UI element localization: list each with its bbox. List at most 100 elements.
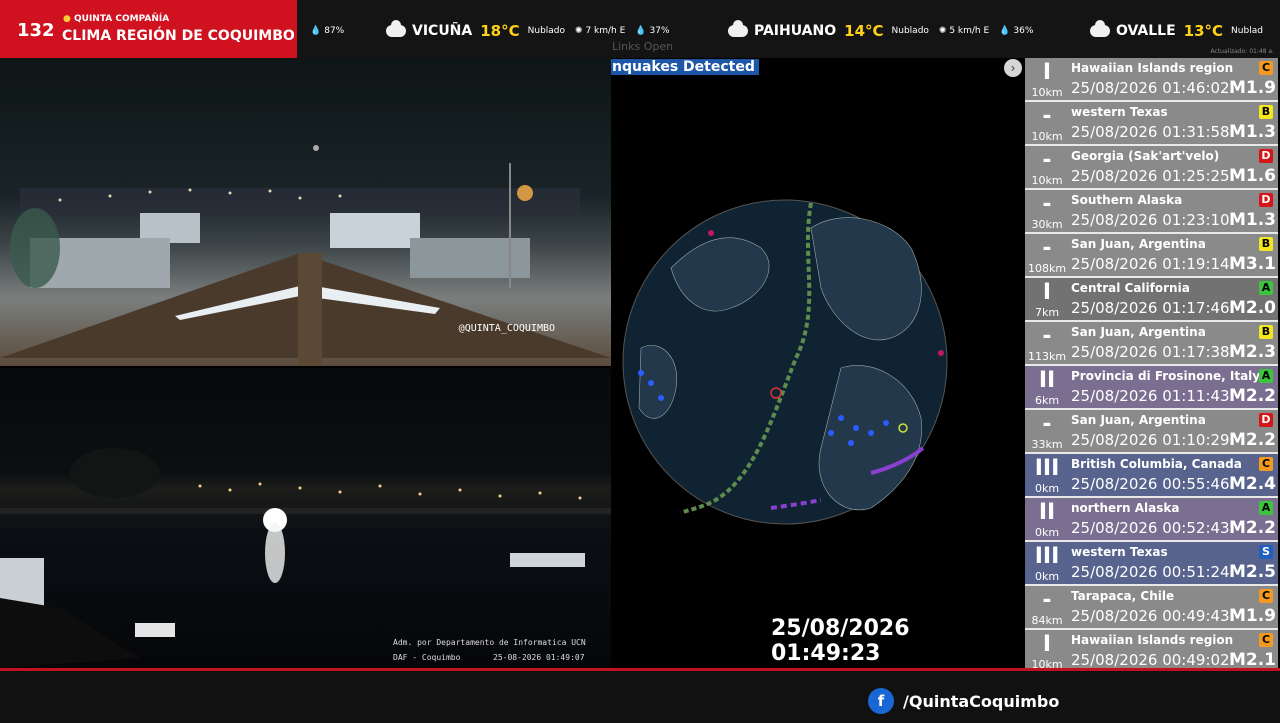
humidity-icon: 💧: [310, 26, 322, 36]
cloud-icon: [1090, 20, 1110, 37]
quake-alert-badge: D: [1259, 413, 1273, 427]
quake-row[interactable]: II 0km northern Alaska 25/08/2026 00:52:43 M…: [1025, 498, 1278, 542]
facebook-handle[interactable]: /QuintaCoquimbo: [903, 692, 1059, 711]
quake-time: 25/08/2026 01:46:02: [1071, 79, 1230, 97]
quake-magnitude: M1.9: [1228, 78, 1276, 98]
quake-alert-badge: B: [1259, 105, 1273, 119]
camera-scene-harbor: [0, 448, 611, 668]
quake-location: western Texas: [1071, 105, 1168, 119]
quake-alert-badge: A: [1259, 369, 1273, 383]
brand-title: CLIMA REGIÓN DE COQUIMBO: [62, 28, 295, 44]
city-name: OVALLE: [1116, 23, 1176, 39]
quake-depth: 30km: [1031, 218, 1063, 231]
quake-magnitude: M2.2: [1228, 386, 1276, 406]
links-open-text: Links Open: [612, 40, 674, 53]
intensity-bars: -: [1042, 104, 1052, 129]
quake-row[interactable]: -33km San Juan, Argentina 25/08/2026 01:10…: [1025, 410, 1278, 454]
quake-row[interactable]: -30km Southern Alaska 25/08/2026 01:23:10 M…: [1025, 190, 1278, 234]
facebook-icon[interactable]: f: [868, 688, 894, 714]
brand-block: 132 ● QUINTA COMPAÑÍA CLIMA REGIÓN DE CO…: [0, 0, 297, 58]
cloud-icon: [386, 20, 406, 37]
next-arrow-icon[interactable]: ›: [1004, 59, 1022, 77]
quake-time: 25/08/2026 00:49:02: [1071, 651, 1230, 669]
quake-location: western Texas: [1071, 545, 1168, 559]
quake-alert-badge: C: [1259, 61, 1273, 75]
temperature: 14°C: [844, 22, 884, 40]
earthquakes-detected-label: nquakes Detected: [611, 59, 759, 75]
intensity-bars: -: [1042, 324, 1052, 349]
camera-caption-line1: Adm. por Departamento de Informatica UCN: [393, 638, 586, 647]
quake-time: 25/08/2026 01:10:29: [1071, 431, 1230, 449]
humidity-icon: 💧: [999, 26, 1011, 36]
quake-alert-badge: S: [1259, 545, 1273, 559]
quake-depth: 6km: [1034, 394, 1060, 407]
quake-magnitude: M2.0: [1228, 298, 1276, 318]
quake-depth: 10km: [1031, 130, 1063, 143]
camera-caption-line2-left: DAF - Coquimbo: [393, 653, 461, 662]
quake-alert-badge: B: [1259, 325, 1273, 339]
earthquake-list: I 10km Hawaiian Islands region 25/08/2026 0…: [1025, 58, 1280, 674]
camera-caption-line2-right: 25-08-2026 01:49:07: [493, 653, 585, 662]
intensity-bars: III: [1034, 456, 1060, 481]
quake-alert-badge: C: [1259, 457, 1273, 471]
quake-depth: 7km: [1034, 306, 1060, 319]
humidity: 36%: [1013, 26, 1034, 36]
quake-magnitude: M1.9: [1228, 606, 1276, 626]
footer-bar: f /QuintaCoquimbo: [0, 668, 1280, 723]
quake-time: 25/08/2026 01:17:38: [1071, 343, 1230, 361]
quake-row[interactable]: I 10km Hawaiian Islands region 25/08/2026 0…: [1025, 58, 1278, 102]
quake-location: Tarapaca, Chile: [1071, 589, 1175, 603]
quake-magnitude: M1.3: [1228, 122, 1276, 142]
quake-row[interactable]: III 0km western Texas 25/08/2026 00:51:24 M2…: [1025, 542, 1278, 586]
quake-alert-badge: D: [1259, 149, 1273, 163]
quake-time: 25/08/2026 01:19:14: [1071, 255, 1230, 273]
quake-location: Southern Alaska: [1071, 193, 1183, 207]
intensity-bars: II: [1038, 368, 1056, 393]
quake-time: 25/08/2026 00:51:24: [1071, 563, 1230, 581]
wind-icon: ✺: [938, 26, 950, 36]
brand-subtitle-text: QUINTA COMPAÑÍA: [74, 14, 170, 24]
intensity-bars: III: [1034, 544, 1060, 569]
quake-depth: 84km: [1031, 614, 1063, 627]
quake-magnitude: M2.1: [1228, 650, 1276, 670]
weather-item-0: 💧 87%: [310, 22, 344, 40]
globe-map[interactable]: [611, 88, 1025, 648]
quake-location: Hawaiian Islands region: [1071, 61, 1234, 75]
quake-location: Central California: [1071, 281, 1190, 295]
quake-time: 25/08/2026 01:17:46: [1071, 299, 1230, 317]
temperature: 13°C: [1183, 22, 1224, 40]
clock-readout: 25/08/2026 01:49:23: [771, 616, 910, 666]
camera-scene-rooftops: [0, 145, 611, 366]
quake-row[interactable]: -84km Tarapaca, Chile 25/08/2026 00:49:43 M…: [1025, 586, 1278, 630]
quake-alert-badge: A: [1259, 281, 1273, 295]
quake-row[interactable]: I 7km Central California 25/08/2026 01:17:4…: [1025, 278, 1278, 322]
quake-depth: 10km: [1031, 86, 1063, 99]
quake-location: northern Alaska: [1071, 501, 1180, 515]
quake-time: 25/08/2026 00:55:46: [1071, 475, 1230, 493]
quake-magnitude: M2.2: [1228, 518, 1276, 538]
wind: 5 km/h E: [949, 26, 990, 36]
quake-row[interactable]: -10km Georgia (Sak'art'velo) 25/08/2026 01…: [1025, 146, 1278, 190]
quake-row[interactable]: III 0km British Columbia, Canada 25/08/2026…: [1025, 454, 1278, 498]
camera-watermark: @QUINTA_COQUIMBO: [458, 323, 555, 334]
humidity: 37%: [649, 26, 670, 36]
quake-time: 25/08/2026 01:25:25: [1071, 167, 1230, 185]
quake-magnitude: M2.2: [1228, 430, 1276, 450]
quake-row[interactable]: -108km San Juan, Argentina 25/08/2026 01:1…: [1025, 234, 1278, 278]
quake-location: British Columbia, Canada: [1071, 457, 1242, 471]
humidity-icon: 💧: [635, 26, 647, 36]
camera-feed-bottom: Adm. por Departamento de Informatica UCN…: [0, 368, 611, 668]
quake-row[interactable]: II 6km Provincia di Frosinone, Italy 25/08/…: [1025, 366, 1278, 410]
weather-item-paihuano: PAIHUANO 14°C Nublado ✺ 5 km/h E 💧 36%: [728, 20, 1034, 40]
quake-row[interactable]: -113km San Juan, Argentina 25/08/2026 01:1…: [1025, 322, 1278, 366]
quake-magnitude: M1.6: [1228, 166, 1276, 186]
quake-row[interactable]: -10km western Texas 25/08/2026 01:31:58 M1.…: [1025, 102, 1278, 146]
quake-depth: 0km: [1034, 570, 1060, 583]
condition: Nublad: [1231, 26, 1263, 36]
quake-alert-badge: A: [1259, 501, 1273, 515]
intensity-bars: -: [1042, 192, 1052, 217]
earthquake-globe-panel: nquakes Detected › 25/08/2026 01:49:23: [611, 58, 1025, 668]
quake-alert-badge: C: [1259, 589, 1273, 603]
wind-icon: ✺: [575, 26, 586, 36]
updated-time: Actualizado: 01:48 a.: [1210, 48, 1274, 55]
